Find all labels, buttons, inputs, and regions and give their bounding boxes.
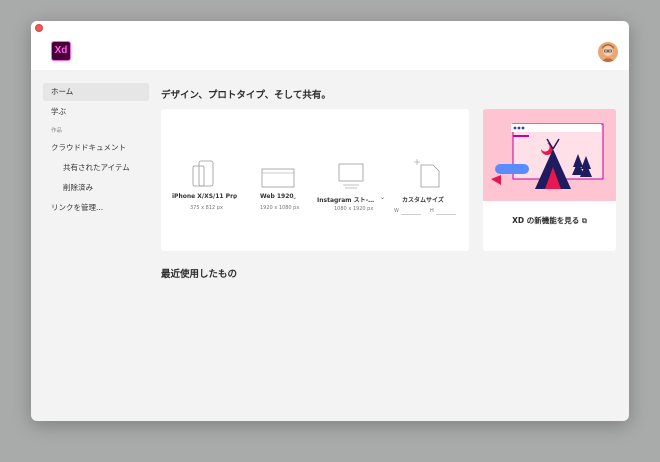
sidebar-item-manage-links[interactable]: リンクを管理... (43, 199, 149, 217)
phone-icon (192, 160, 214, 187)
sidebar-item-learn[interactable]: 学ぶ (43, 103, 149, 121)
height-label: H (430, 208, 434, 214)
whats-new-label: XD の新機能を見る (512, 216, 580, 225)
whats-new-link[interactable]: XD の新機能を見る ⧉ (483, 215, 616, 226)
preset-web-size: 1920 x 1080 px (260, 205, 300, 211)
chevron-down-icon[interactable]: ⌄ (232, 194, 237, 201)
sidebar: ホーム 学ぶ 作品 クラウドドキュメント 共有されたアイテム 削除済み リンクを… (43, 83, 149, 219)
preset-iphone-label: iPhone X/XS/11 Pro (172, 193, 238, 200)
chevron-down-icon[interactable]: ⌄ (292, 194, 297, 201)
sidebar-item-home[interactable]: ホーム (43, 83, 149, 101)
whats-new-card[interactable]: XD の新機能を見る ⧉ (483, 109, 616, 251)
user-avatar-icon (598, 42, 618, 62)
recent-title: 最近使用したもの (161, 269, 238, 280)
app-window: Xd ホーム 学ぶ 作品 クラウドドキュメント 共有されたアイテム 削除済み リ… (31, 21, 629, 421)
close-window-button[interactable] (35, 24, 43, 32)
sidebar-item-deleted[interactable]: 削除済み (43, 179, 149, 197)
avatar[interactable] (598, 42, 618, 62)
sidebar-section-work: 作品 (51, 128, 63, 134)
page-title: デザイン、プロトタイプ、そして共有。 (161, 90, 331, 101)
title-bar: Xd (31, 21, 629, 70)
document-presets-panel: iPhone X/XS/11 Pro ⌄ 375 x 812 px Web 19… (161, 109, 469, 251)
preset-instagram-size: 1080 x 1920 px (334, 206, 374, 212)
sidebar-item-shared[interactable]: 共有されたアイテム (43, 159, 149, 177)
preset-custom-label: カスタムサイズ (402, 197, 444, 204)
instagram-story-icon (338, 163, 364, 189)
preset-iphone-size: 375 x 812 px (190, 205, 223, 211)
web-icon (261, 168, 295, 188)
width-input[interactable] (401, 214, 421, 215)
width-label: W (394, 208, 399, 214)
custom-size-icon (414, 159, 440, 188)
preset-web-label: Web 1920 (260, 193, 294, 200)
carousel-dots (483, 240, 616, 246)
preset-instagram-label: Instagram スト-… (317, 197, 375, 204)
xd-logo: Xd (51, 41, 71, 61)
height-input[interactable] (436, 214, 456, 215)
feature-illustration (483, 109, 616, 201)
external-link-icon: ⧉ (581, 217, 587, 225)
chevron-down-icon[interactable]: ⌄ (380, 194, 385, 201)
sidebar-item-cloud-documents[interactable]: クラウドドキュメント (43, 139, 149, 157)
